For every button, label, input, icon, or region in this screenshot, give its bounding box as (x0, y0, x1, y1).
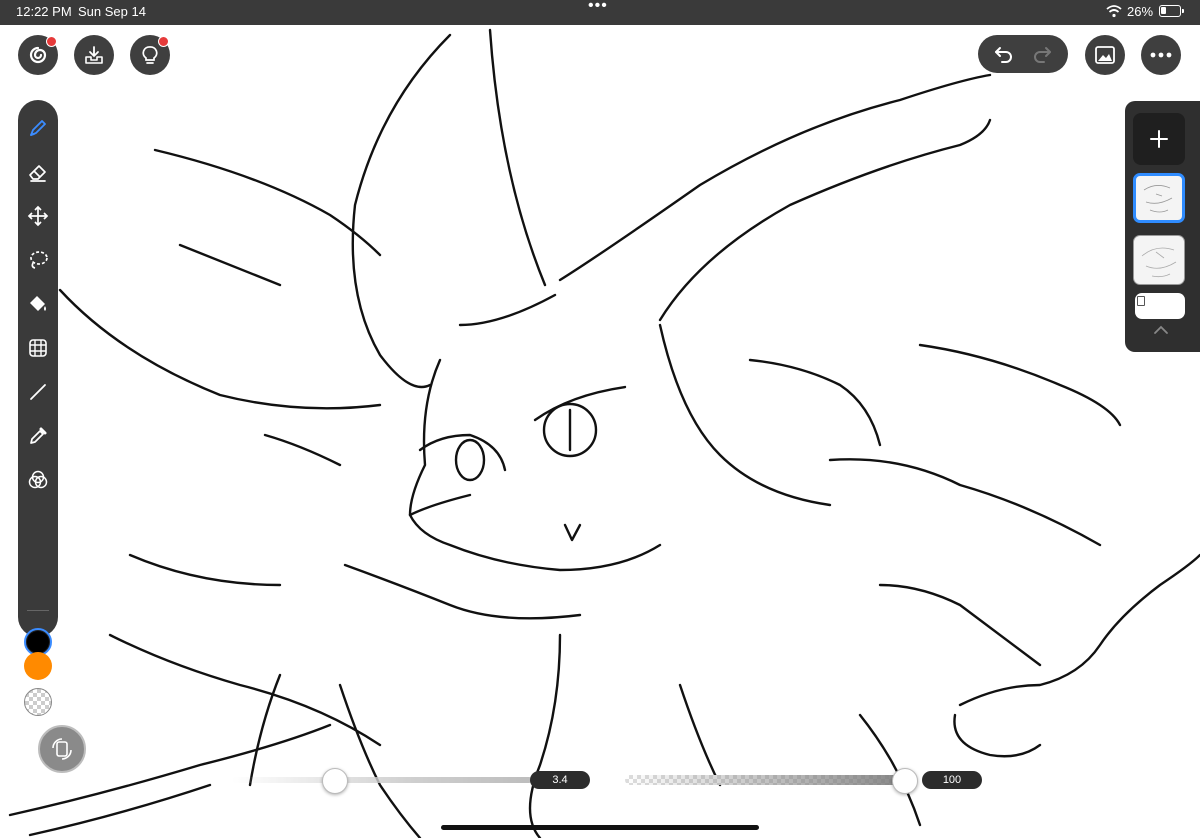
tool-line[interactable] (24, 378, 52, 406)
tips-button[interactable] (130, 35, 170, 75)
add-layer-button[interactable] (1133, 113, 1185, 165)
paper-icon (1137, 296, 1145, 306)
battery-percent: 26% (1127, 4, 1154, 19)
rotate-canvas-button[interactable] (38, 725, 86, 773)
notification-badge (46, 36, 57, 47)
tool-eraser[interactable] (24, 158, 52, 186)
undo-icon (995, 47, 1012, 63)
drawing-canvas[interactable] (0, 25, 1200, 838)
tool-brush[interactable] (24, 114, 52, 142)
toolbar-divider (27, 610, 49, 611)
move-arrows-icon (27, 205, 49, 227)
status-bar: 12:22 PM Sun Sep 14 ••• 26% (0, 0, 1200, 25)
home-indicator[interactable] (441, 825, 759, 830)
wifi-icon (1106, 5, 1122, 18)
sketch-artwork (8, 28, 1200, 838)
tray-download-icon (85, 46, 103, 64)
tool-color-mixer[interactable] (24, 466, 52, 494)
layer-preview (1143, 185, 1173, 213)
spiral-logo-icon (29, 46, 47, 64)
layer-preview (1141, 247, 1177, 278)
notification-badge (158, 36, 169, 47)
chevron-up-icon[interactable] (1153, 325, 1169, 335)
lightbulb-icon (142, 46, 158, 64)
paint-bucket-icon (30, 296, 46, 311)
tool-transform[interactable] (24, 202, 52, 230)
brush-size-handle[interactable] (322, 768, 348, 794)
secondary-color-swatch[interactable] (24, 652, 52, 680)
lasso-icon (30, 251, 48, 269)
reference-image-button[interactable] (1085, 35, 1125, 75)
undo-redo-group (978, 35, 1068, 73)
opacity-fill (625, 775, 910, 785)
layer-thumbnail-1[interactable] (1133, 173, 1185, 223)
transparent-color-swatch[interactable] (24, 688, 52, 716)
brush-size-value: 3.4 (530, 771, 590, 789)
tool-palette (18, 100, 58, 716)
brush-opacity-handle[interactable] (892, 768, 918, 794)
status-time: 12:22 PM (16, 4, 72, 19)
redo-button[interactable] (1028, 41, 1056, 67)
brush-size-slider[interactable] (232, 777, 532, 783)
color-circles-icon (28, 470, 48, 489)
brush-opacity-value: 100 (922, 771, 982, 789)
tool-fill[interactable] (24, 290, 52, 318)
gallery-button[interactable] (18, 35, 58, 75)
brush-opacity-slider[interactable] (625, 775, 910, 785)
image-icon (1095, 46, 1115, 64)
grid-icon (29, 339, 47, 357)
tool-lasso[interactable] (24, 246, 52, 274)
tool-grid[interactable] (24, 334, 52, 362)
layers-panel (1125, 101, 1200, 352)
status-date: Sun Sep 14 (78, 4, 146, 19)
multitask-dots[interactable]: ••• (588, 0, 608, 15)
redo-icon (1034, 47, 1051, 63)
more-options-button[interactable] (1141, 35, 1181, 75)
export-button[interactable] (74, 35, 114, 75)
line-icon (30, 384, 46, 400)
layer-thumbnail-2[interactable] (1133, 235, 1185, 285)
eyedropper-icon (30, 427, 47, 444)
battery-icon (1159, 5, 1181, 17)
eraser-icon (29, 165, 46, 182)
undo-button[interactable] (990, 41, 1018, 67)
tool-eyedropper[interactable] (24, 422, 52, 450)
ellipsis-icon (1150, 52, 1172, 58)
brush-icon (30, 120, 46, 136)
rotate-screen-icon (52, 738, 72, 760)
plus-icon (1150, 130, 1168, 148)
